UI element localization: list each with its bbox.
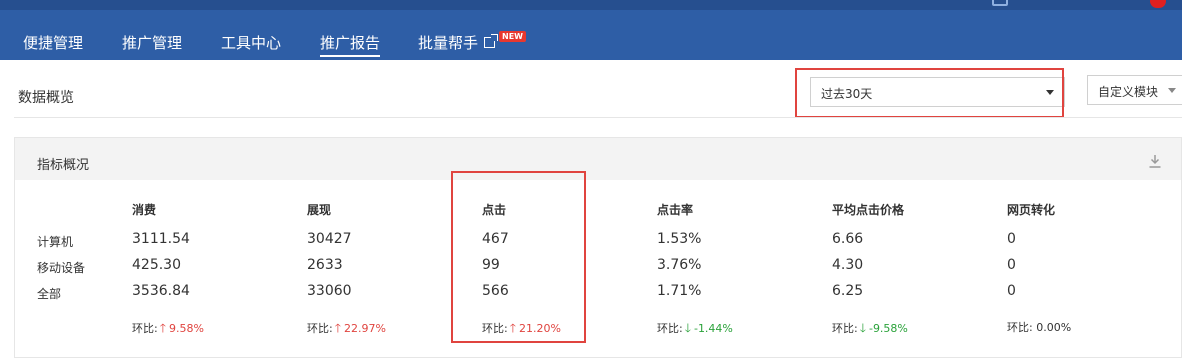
row-label-mobile: 移动设备 [37,261,86,275]
nav-item-tools[interactable]: 工具中心 [221,32,281,53]
main-nav: 便捷管理 推广管理 工具中心 推广报告 批量帮手 [0,30,1182,60]
arrow-up-icon: 🡑 [159,321,166,335]
metrics-panel: 指标概况 消费 展现 点击 点击率 平均点击价格 网页转化 计算机 3111.5… [14,137,1182,358]
ratio-prefix: 环比: [1007,321,1033,334]
column-header-ctr: 点击率 [657,203,694,217]
divider [14,117,1182,118]
table-cell: 0 [1007,231,1016,247]
ratio-conversion: 环比: 0.00% [1007,319,1071,335]
download-icon[interactable] [1149,154,1161,168]
arrow-up-icon: 🡑 [334,321,341,335]
chevron-down-icon [1168,88,1176,93]
column-header-impressions: 展现 [307,203,332,217]
new-badge: NEW [499,31,526,42]
ratio-value: -1.44% [693,322,733,335]
table-cell: 3111.54 [132,231,190,247]
ratio-value: 0.00% [1036,321,1072,334]
row-label-computer: 计算机 [37,235,74,249]
table-cell: 3.76% [657,257,702,273]
column-header-conversion: 网页转化 [1007,203,1056,217]
arrow-down-icon: 🡓 [859,321,866,335]
nav-item-reports[interactable]: 推广报告 [320,32,381,57]
ratio-value: 9.58% [168,322,204,335]
ratio-prefix: 环比: [832,322,858,335]
ratio-cost: 环比: 🡑 9.58% [132,319,204,340]
page-title: 数据概览 [18,90,74,106]
table-cell: 6.25 [832,283,864,299]
table-cell: 0 [1007,257,1016,273]
row-label-all: 全部 [37,287,62,301]
column-header-avg-cpc: 平均点击价格 [832,203,905,217]
table-cell: 6.66 [832,231,864,247]
table-cell: 33060 [307,283,352,299]
custom-module-button[interactable]: 自定义模块 [1087,75,1182,105]
table-cell: 4.30 [832,257,864,273]
table-cell: 30427 [307,231,352,247]
table-cell: 0 [1007,283,1016,299]
table-cell: 3536.84 [132,283,190,299]
column-header-cost: 消费 [132,203,157,217]
top-header: 便捷管理 推广管理 工具中心 推广报告 批量帮手 NEW [0,0,1182,60]
arrow-down-icon: 🡓 [684,321,691,335]
table-cell: 425.30 [132,257,181,273]
panel-title: 指标概况 [37,158,90,173]
table-cell: 1.53% [657,231,702,247]
ratio-prefix: 环比: [657,322,683,335]
range-highlight-box [795,68,1064,118]
nav-item-promotion-manage[interactable]: 推广管理 [122,32,182,53]
panel-header: 指标概况 [15,138,1181,180]
ratio-value: 22.97% [343,322,386,335]
ratio-prefix: 环比: [132,322,158,335]
external-link-icon [484,34,499,48]
nav-item-batch-helper[interactable]: 批量帮手 [418,32,499,53]
ratio-ctr: 环比: 🡓 -1.44% [657,319,733,340]
nav-item-batch-helper-label: 批量帮手 [418,34,479,52]
ratio-impressions: 环比: 🡑 22.97% [307,319,386,340]
ratio-prefix: 环比: [307,322,333,335]
ratio-avg-cpc: 环比: 🡓 -9.58% [832,319,908,340]
custom-module-label: 自定义模块 [1098,85,1159,99]
ratio-value: -9.58% [868,322,908,335]
clicks-highlight-box [451,171,586,343]
user-icon[interactable] [992,0,1008,6]
table-cell: 1.71% [657,283,702,299]
nav-item-shortcut[interactable]: 便捷管理 [23,32,83,53]
table-cell: 2633 [307,257,343,273]
